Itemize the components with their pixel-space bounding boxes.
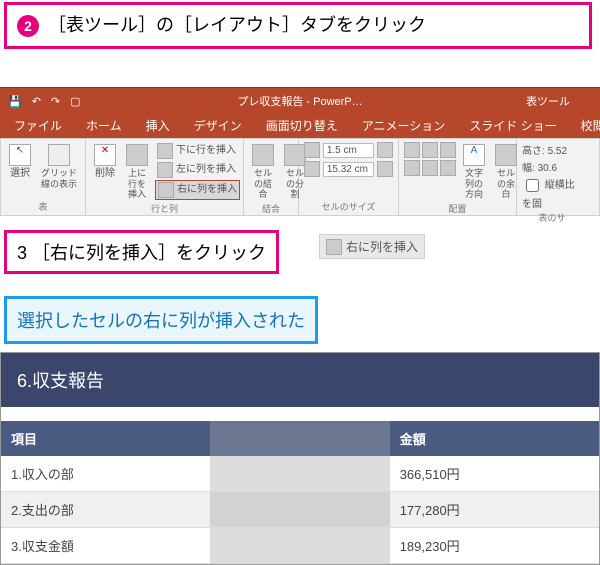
merge-icon — [252, 144, 274, 166]
cell-margins-button[interactable]: セルの余白 — [492, 142, 520, 201]
pointer-icon: ↖ — [9, 144, 31, 166]
tab-animations[interactable]: アニメーション — [354, 113, 454, 138]
chip-label: 右に列を挿入 — [346, 238, 418, 255]
delete-button[interactable]: ✕削除 — [91, 142, 119, 182]
table-row[interactable]: 3.収支金額 189,230円 — [1, 528, 599, 564]
header-new-column — [210, 421, 389, 456]
row-height-input[interactable]: 1.5 cm — [323, 143, 374, 158]
callout-text: ［表ツール］の［レイアウト］タブをクリック — [48, 15, 426, 35]
step-number-badge: 2 — [17, 15, 39, 37]
qat-undo-icon[interactable]: ↶ — [32, 95, 41, 108]
distribute-cols-icon[interactable] — [377, 161, 393, 177]
tab-design[interactable]: デザイン — [186, 113, 250, 138]
insert-above-button[interactable]: 上に行を挿入 — [123, 142, 151, 201]
callout-text: 選択したセルの右に列が挿入された — [17, 311, 305, 331]
cell-item[interactable]: 3.収支金額 — [1, 528, 210, 564]
col-width-input[interactable]: 15.32 cm — [323, 162, 374, 177]
col-right-icon — [158, 182, 174, 198]
insert-right-chip: 右に列を挿入 — [319, 234, 425, 259]
qat-save-icon[interactable]: 💾 — [8, 95, 22, 108]
group-label-align: 配置 — [404, 201, 511, 215]
insert-left-button[interactable]: 左に列を挿入 — [155, 161, 240, 179]
lock-ratio-checkbox[interactable] — [526, 179, 539, 192]
align-tl-icon[interactable] — [404, 142, 420, 158]
tab-review[interactable]: 校閲 — [573, 113, 600, 138]
table-header-row: 項目 金額 — [1, 421, 599, 456]
tab-file[interactable]: ファイル — [6, 113, 70, 138]
col-right-icon — [326, 239, 342, 255]
group-label-rows-cols: 行と列 — [91, 201, 238, 215]
slide-preview: 6.収支報告 項目 金額 1.収入の部 366,510円 2.支出の部 177,… — [0, 352, 600, 565]
qat-start-icon[interactable]: ▢ — [70, 95, 80, 108]
gridlines-button[interactable]: グリッド線の表示 — [38, 142, 80, 191]
text-direction-button[interactable]: A文字列の方向 — [460, 142, 488, 201]
merge-cells-button[interactable]: セルの結合 — [249, 142, 277, 201]
col-width-icon — [304, 161, 320, 177]
row-below-icon — [157, 143, 173, 159]
align-tr-icon[interactable] — [440, 142, 456, 158]
window-title: プレ収支報告 - PowerP… — [237, 93, 362, 109]
table-row[interactable]: 2.支出の部 177,280円 — [1, 492, 599, 528]
cell-margins-icon — [495, 144, 517, 166]
col-left-icon — [157, 162, 173, 178]
group-label-table: 表 — [6, 199, 80, 213]
cell-item[interactable]: 2.支出の部 — [1, 492, 210, 528]
table-row[interactable]: 1.収入の部 366,510円 — [1, 456, 599, 492]
contextual-tab-title: 表ツール — [526, 93, 570, 109]
tab-slideshow[interactable]: スライド ショー — [461, 113, 564, 138]
group-label-cell-size: セルのサイズ — [304, 199, 393, 213]
align-mr-icon[interactable] — [440, 160, 456, 176]
delete-icon: ✕ — [94, 144, 116, 166]
callout-text: ［右に列を挿入］をクリック — [32, 243, 266, 263]
tab-home[interactable]: ホーム — [78, 113, 130, 138]
tab-insert[interactable]: 挿入 — [138, 113, 178, 138]
align-mc-icon[interactable] — [422, 160, 438, 176]
row-height-icon — [304, 142, 320, 158]
qat-redo-icon[interactable]: ↷ — [51, 95, 60, 108]
cell-new[interactable] — [210, 528, 389, 564]
row-above-icon — [126, 144, 148, 166]
distribute-rows-icon[interactable] — [377, 142, 393, 158]
callout-result: 選択したセルの右に列が挿入された — [4, 296, 318, 344]
insert-right-button[interactable]: 右に列を挿入 — [155, 180, 240, 200]
header-item: 項目 — [1, 421, 210, 456]
cell-amount[interactable]: 189,230円 — [390, 528, 599, 564]
report-table[interactable]: 項目 金額 1.収入の部 366,510円 2.支出の部 177,280円 3.… — [1, 421, 599, 564]
cell-new[interactable] — [210, 456, 389, 492]
table-height-value: 5.52 — [548, 146, 567, 157]
quick-access-toolbar: 💾 ↶ ↷ ▢ プレ収支報告 - PowerP… 表ツール — [0, 88, 600, 114]
ribbon-body: ↖選択 グリッド線の表示 表 ✕削除 上に行を挿入 下に行を挿入 左に列を挿入 … — [0, 138, 600, 216]
header-amount: 金額 — [390, 421, 599, 456]
callout-step-2: 2 ［表ツール］の［レイアウト］タブをクリック — [4, 2, 592, 49]
group-label-merge: 結合 — [249, 201, 293, 215]
text-direction-icon: A — [463, 144, 485, 166]
callout-step-3: 3 ［右に列を挿入］をクリック — [4, 230, 279, 274]
select-button[interactable]: ↖選択 — [6, 142, 34, 182]
step-number-badge: 3 — [17, 243, 27, 263]
cell-new[interactable] — [210, 492, 389, 528]
slide-title: 6.収支報告 — [1, 353, 599, 407]
grid-icon — [48, 144, 70, 166]
table-width-value: 30.6 — [538, 163, 557, 174]
align-tc-icon[interactable] — [422, 142, 438, 158]
align-ml-icon[interactable] — [404, 160, 420, 176]
cell-item[interactable]: 1.収入の部 — [1, 456, 210, 492]
ribbon-tab-strip: ファイル ホーム 挿入 デザイン 画面切り替え アニメーション スライド ショー… — [0, 114, 600, 138]
cell-amount[interactable]: 366,510円 — [390, 456, 599, 492]
group-label-table-size: 表のサ — [522, 210, 582, 224]
cell-amount[interactable]: 177,280円 — [390, 492, 599, 528]
tab-transitions[interactable]: 画面切り替え — [258, 113, 346, 138]
insert-below-button[interactable]: 下に行を挿入 — [155, 142, 240, 160]
